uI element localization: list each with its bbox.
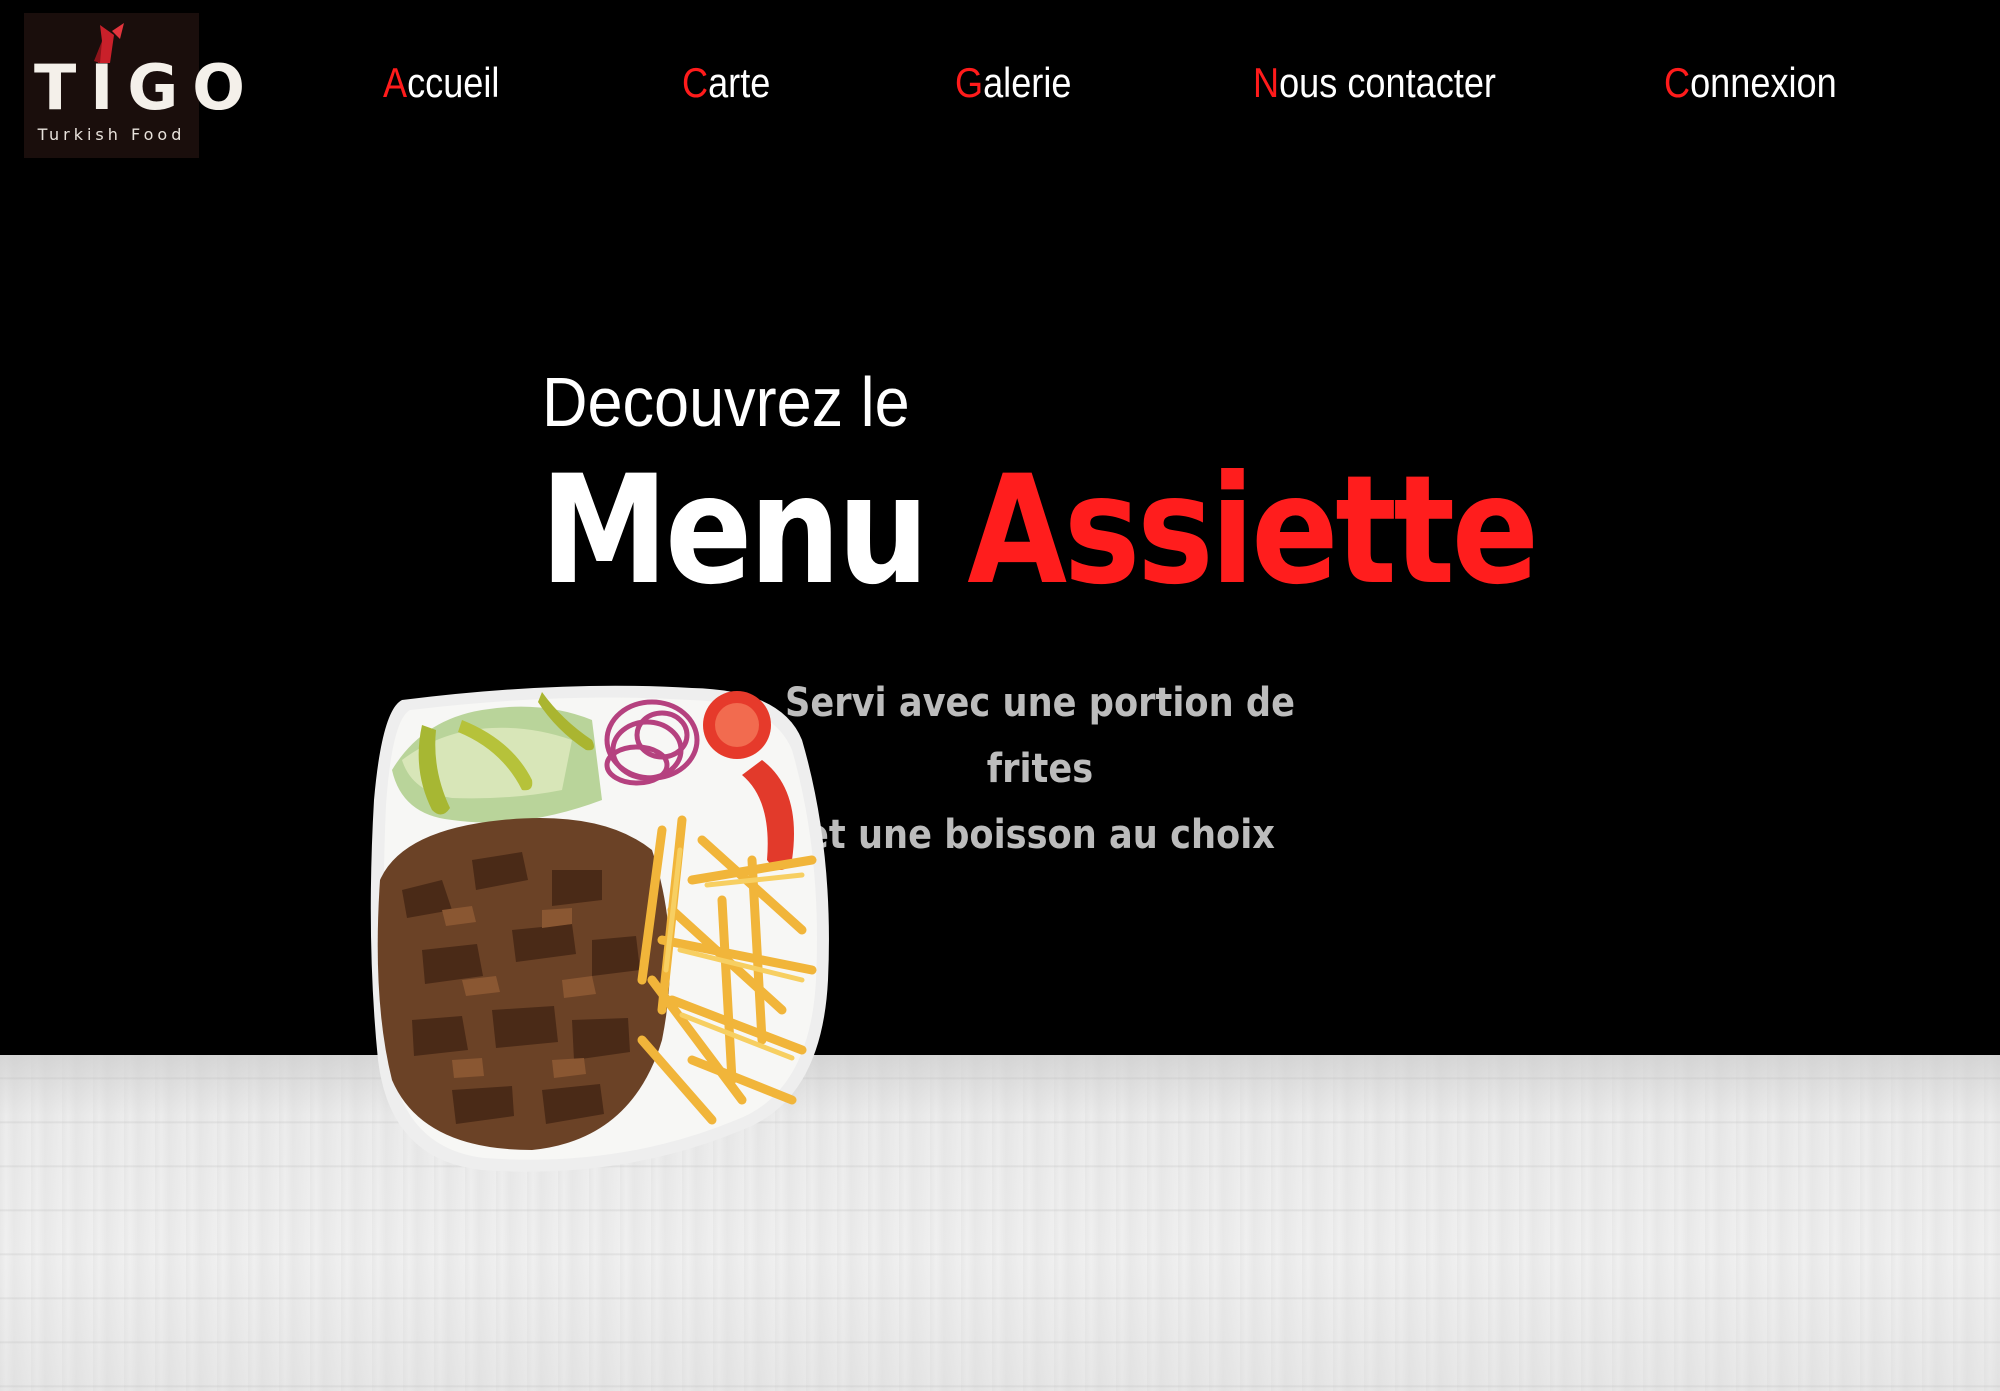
nav-item-initial: G: [955, 59, 984, 106]
nav-item-connexion[interactable]: Connexion: [1664, 57, 1837, 109]
nav-item-label: ccueil: [407, 59, 500, 106]
nav-item-carte[interactable]: Carte: [682, 57, 770, 109]
brand-tagline: Turkish Food: [37, 125, 186, 144]
hero-kicker: Decouvrez le: [542, 363, 910, 441]
nav-item-initial: N: [1253, 59, 1280, 106]
nav-item-accueil[interactable]: Accueil: [383, 57, 499, 109]
nav-item-galerie[interactable]: Galerie: [955, 57, 1071, 109]
nav-item-label: ous contacter: [1279, 59, 1496, 106]
nav-item-initial: A: [383, 59, 408, 106]
nav-item-label: alerie: [983, 59, 1072, 106]
hero-description: Servi avec une portion de frites et une …: [776, 670, 1304, 868]
nav-item-label: arte: [708, 59, 771, 106]
brand-logo[interactable]: TIGO Turkish Food: [24, 13, 259, 158]
menu-assiette-plate-image: [370, 685, 829, 1172]
hero-title-assiette: Assiette: [967, 444, 1539, 618]
hero-description-line: et une boisson au choix: [804, 812, 1276, 858]
wood-table-surface: [0, 1055, 2000, 1391]
nav-item-initial: C: [1664, 59, 1691, 106]
hero-description-line: Servi avec une portion de frites: [785, 680, 1295, 792]
hero-title: Menu Assiette: [540, 444, 1539, 618]
nav-item-nous-contacter[interactable]: Nous contacter: [1253, 57, 1496, 109]
brand-name: TIGO: [34, 51, 259, 124]
nav-item-initial: C: [682, 59, 709, 106]
hero-title-menu: Menu: [540, 444, 929, 618]
nav-item-label: onnexion: [1690, 59, 1837, 106]
